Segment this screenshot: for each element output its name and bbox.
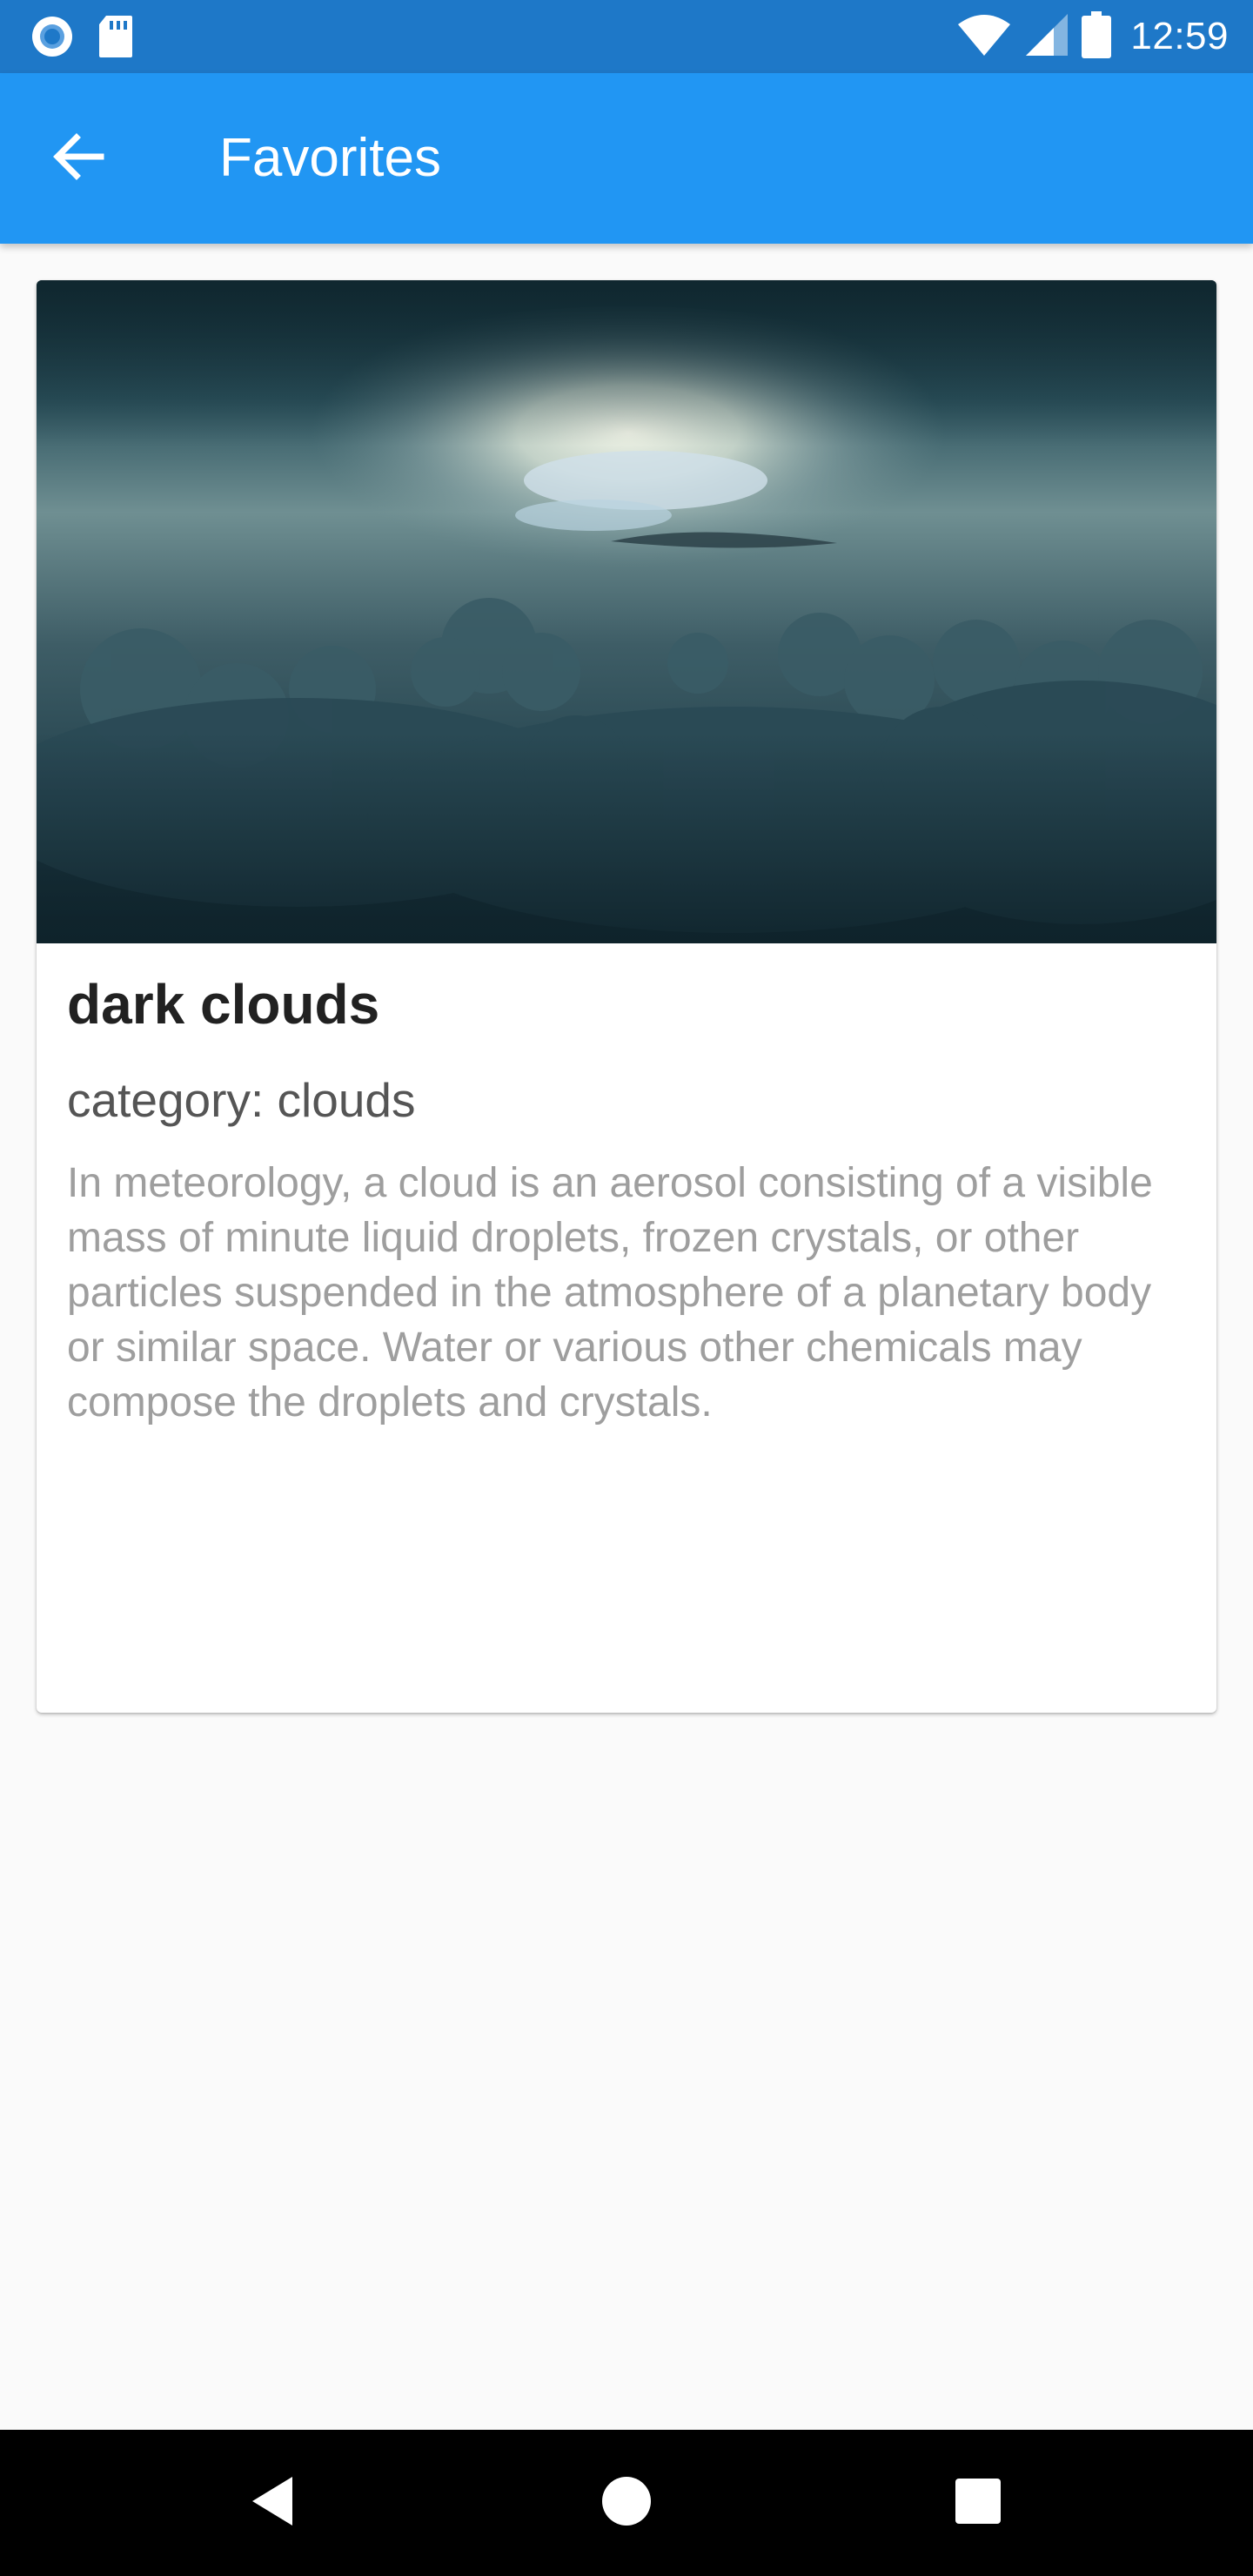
app-bar: Favorites bbox=[0, 73, 1253, 244]
recents-square-icon bbox=[954, 2477, 1002, 2530]
dark-clouds-image bbox=[37, 280, 1216, 943]
card-title: dark clouds bbox=[67, 973, 380, 1036]
nav-recents-button[interactable] bbox=[943, 2468, 1013, 2538]
system-nav-bar bbox=[0, 2430, 1253, 2576]
status-time: 12:59 bbox=[1130, 15, 1229, 57]
wifi-icon bbox=[956, 12, 1012, 62]
page-title: Favorites bbox=[219, 128, 441, 188]
back-button[interactable] bbox=[45, 125, 111, 191]
nav-back-button[interactable] bbox=[238, 2468, 308, 2538]
status-bar: 12:59 bbox=[0, 0, 1253, 73]
favorite-card[interactable]: dark clouds category: clouds In meteorol… bbox=[37, 280, 1216, 1713]
status-right-icons: 12:59 bbox=[956, 10, 1229, 63]
sd-card-icon bbox=[97, 14, 134, 64]
status-left-icons bbox=[30, 14, 134, 64]
notification-circle-icon bbox=[30, 14, 75, 64]
battery-icon bbox=[1082, 10, 1112, 63]
back-triangle-icon bbox=[247, 2473, 299, 2533]
card-description: In meteorology, a cloud is an aerosol co… bbox=[67, 1160, 1153, 1426]
card-content: dark clouds category: clouds In meteorol… bbox=[67, 968, 1186, 1430]
cell-signal-icon bbox=[1024, 12, 1069, 62]
arrow-back-icon bbox=[50, 129, 106, 189]
card-category: category: clouds bbox=[67, 1073, 416, 1127]
home-circle-icon bbox=[600, 2475, 653, 2532]
nav-home-button[interactable] bbox=[592, 2468, 661, 2538]
